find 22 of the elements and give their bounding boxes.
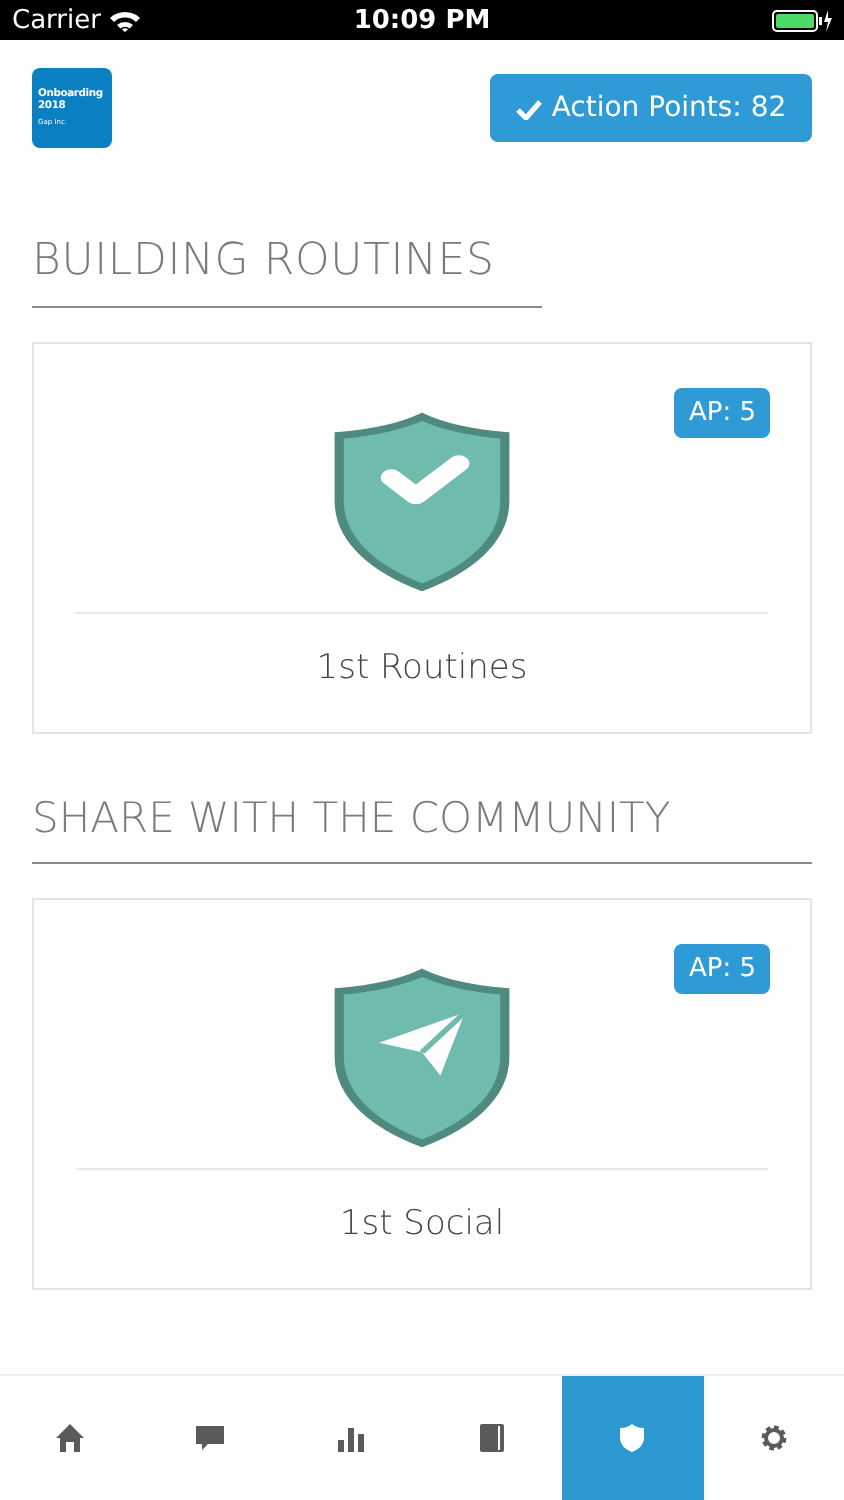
book-icon — [476, 1422, 509, 1454]
clock-time: 10:09 PM — [353, 5, 491, 35]
shield-icon — [616, 1422, 649, 1454]
settings-icon — [757, 1422, 790, 1454]
achievement-card[interactable]: AP: 5 1st Social — [32, 898, 812, 1290]
check-icon — [515, 97, 542, 119]
points-badge: AP: 5 — [674, 388, 770, 438]
battery-icon — [772, 9, 832, 31]
card-title: 1st Routines — [316, 648, 528, 688]
points-badge: AP: 5 — [674, 944, 770, 994]
home-icon — [54, 1422, 87, 1454]
section-heading: BUILDING ROUTINES — [32, 234, 495, 290]
tab-button[interactable] — [562, 1376, 704, 1500]
bar-chart-icon — [335, 1422, 368, 1454]
shield-icon — [330, 412, 514, 592]
carrier-name: Carrier — [12, 5, 101, 35]
wifi-icon — [110, 9, 141, 31]
card-title: 1st Social — [339, 1204, 505, 1244]
section-heading: SHARE WITH THE COMMUNITY — [32, 792, 671, 846]
chat-icon — [194, 1422, 227, 1454]
achievement-card[interactable]: AP: 5 1st Routines — [32, 342, 812, 734]
shield-icon — [330, 968, 514, 1148]
